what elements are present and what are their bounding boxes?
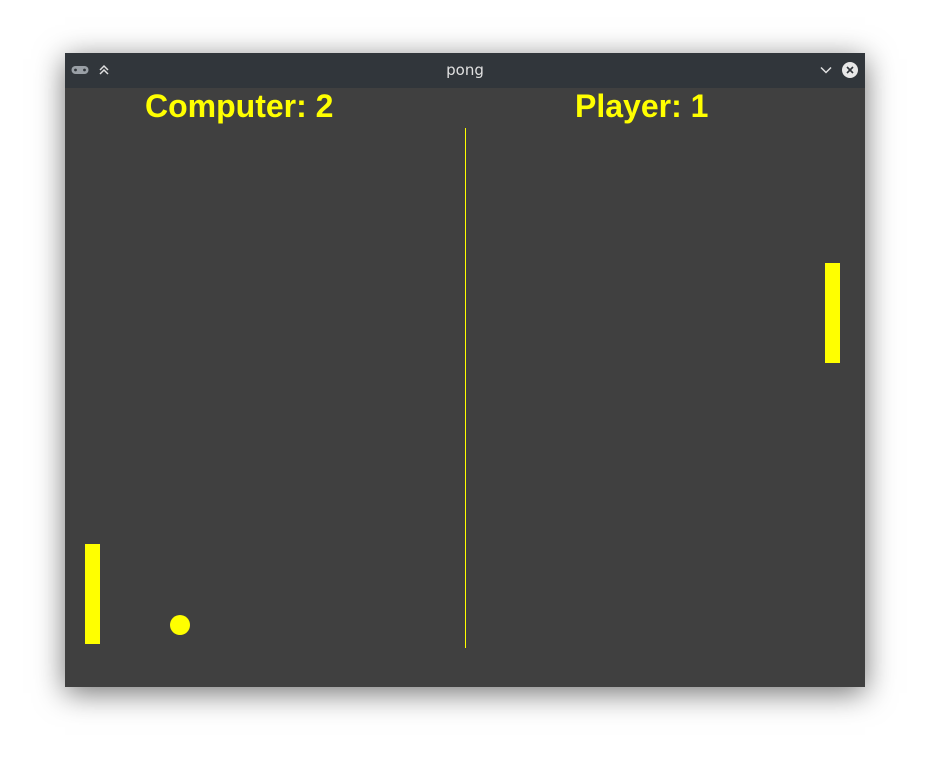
game-field[interactable]: Computer: 2 Player: 1: [65, 88, 865, 687]
window-title: pong: [446, 61, 484, 79]
titlebar[interactable]: pong: [65, 53, 865, 88]
player-score: Player: 1: [575, 88, 709, 124]
ball: [170, 615, 190, 635]
chevron-down-icon[interactable]: [816, 61, 836, 79]
center-net: [465, 128, 466, 648]
close-icon[interactable]: [840, 61, 860, 79]
player-paddle[interactable]: [825, 263, 840, 363]
pong-window: pong Computer: 2 Player: 1: [65, 53, 865, 687]
computer-paddle: [85, 544, 100, 644]
computer-score: Computer: 2: [145, 88, 334, 124]
